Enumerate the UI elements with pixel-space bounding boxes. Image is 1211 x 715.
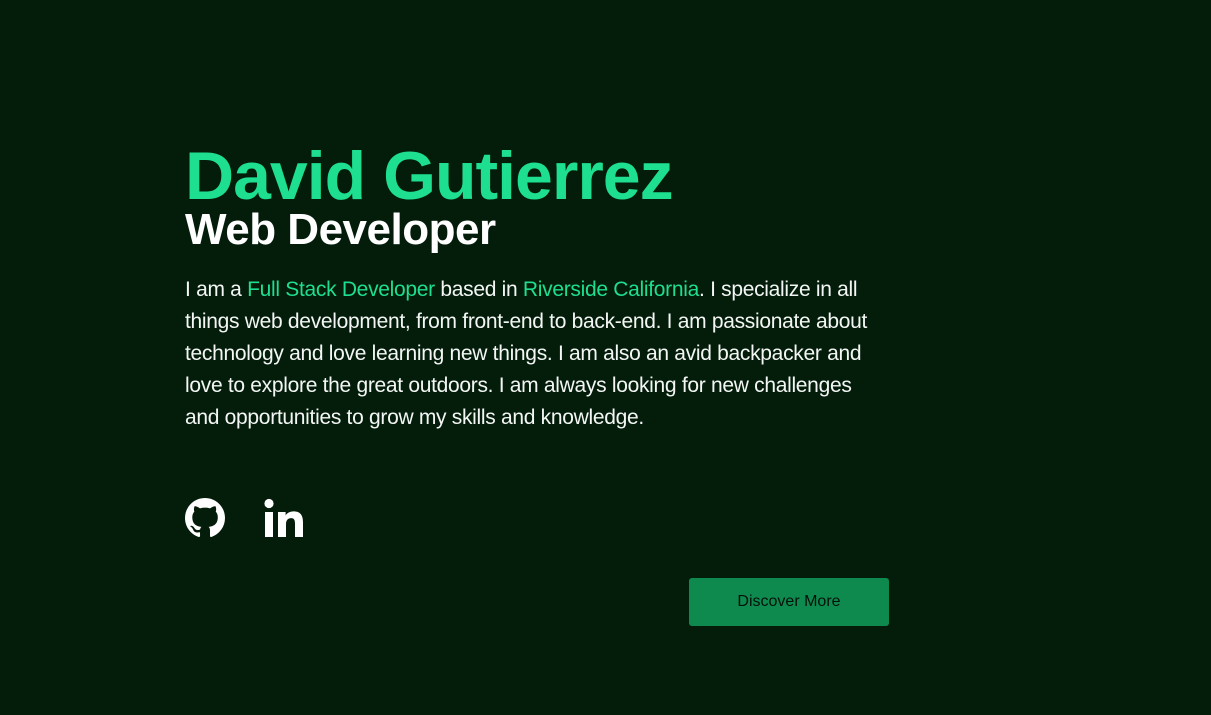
bio-intro: I am a: [185, 278, 248, 301]
discover-more-button[interactable]: Discover More: [689, 578, 889, 626]
linkedin-icon: [264, 498, 303, 537]
page: David Gutierrez Web Developer I am a Ful…: [0, 0, 1211, 715]
bio-based-in: based in: [434, 278, 523, 301]
hero-bio: I am a Full Stack Developer based in Riv…: [185, 274, 885, 434]
github-icon: [185, 498, 225, 538]
linkedin-link[interactable]: [263, 497, 305, 539]
hero-name: David Gutierrez: [185, 138, 674, 214]
hero-section: David Gutierrez Web Developer I am a Ful…: [185, 140, 889, 434]
github-link[interactable]: [185, 498, 225, 538]
bio-location-highlight: Riverside California: [522, 278, 699, 301]
social-links: [185, 497, 305, 539]
bio-role-highlight: Full Stack Developer: [247, 278, 435, 301]
